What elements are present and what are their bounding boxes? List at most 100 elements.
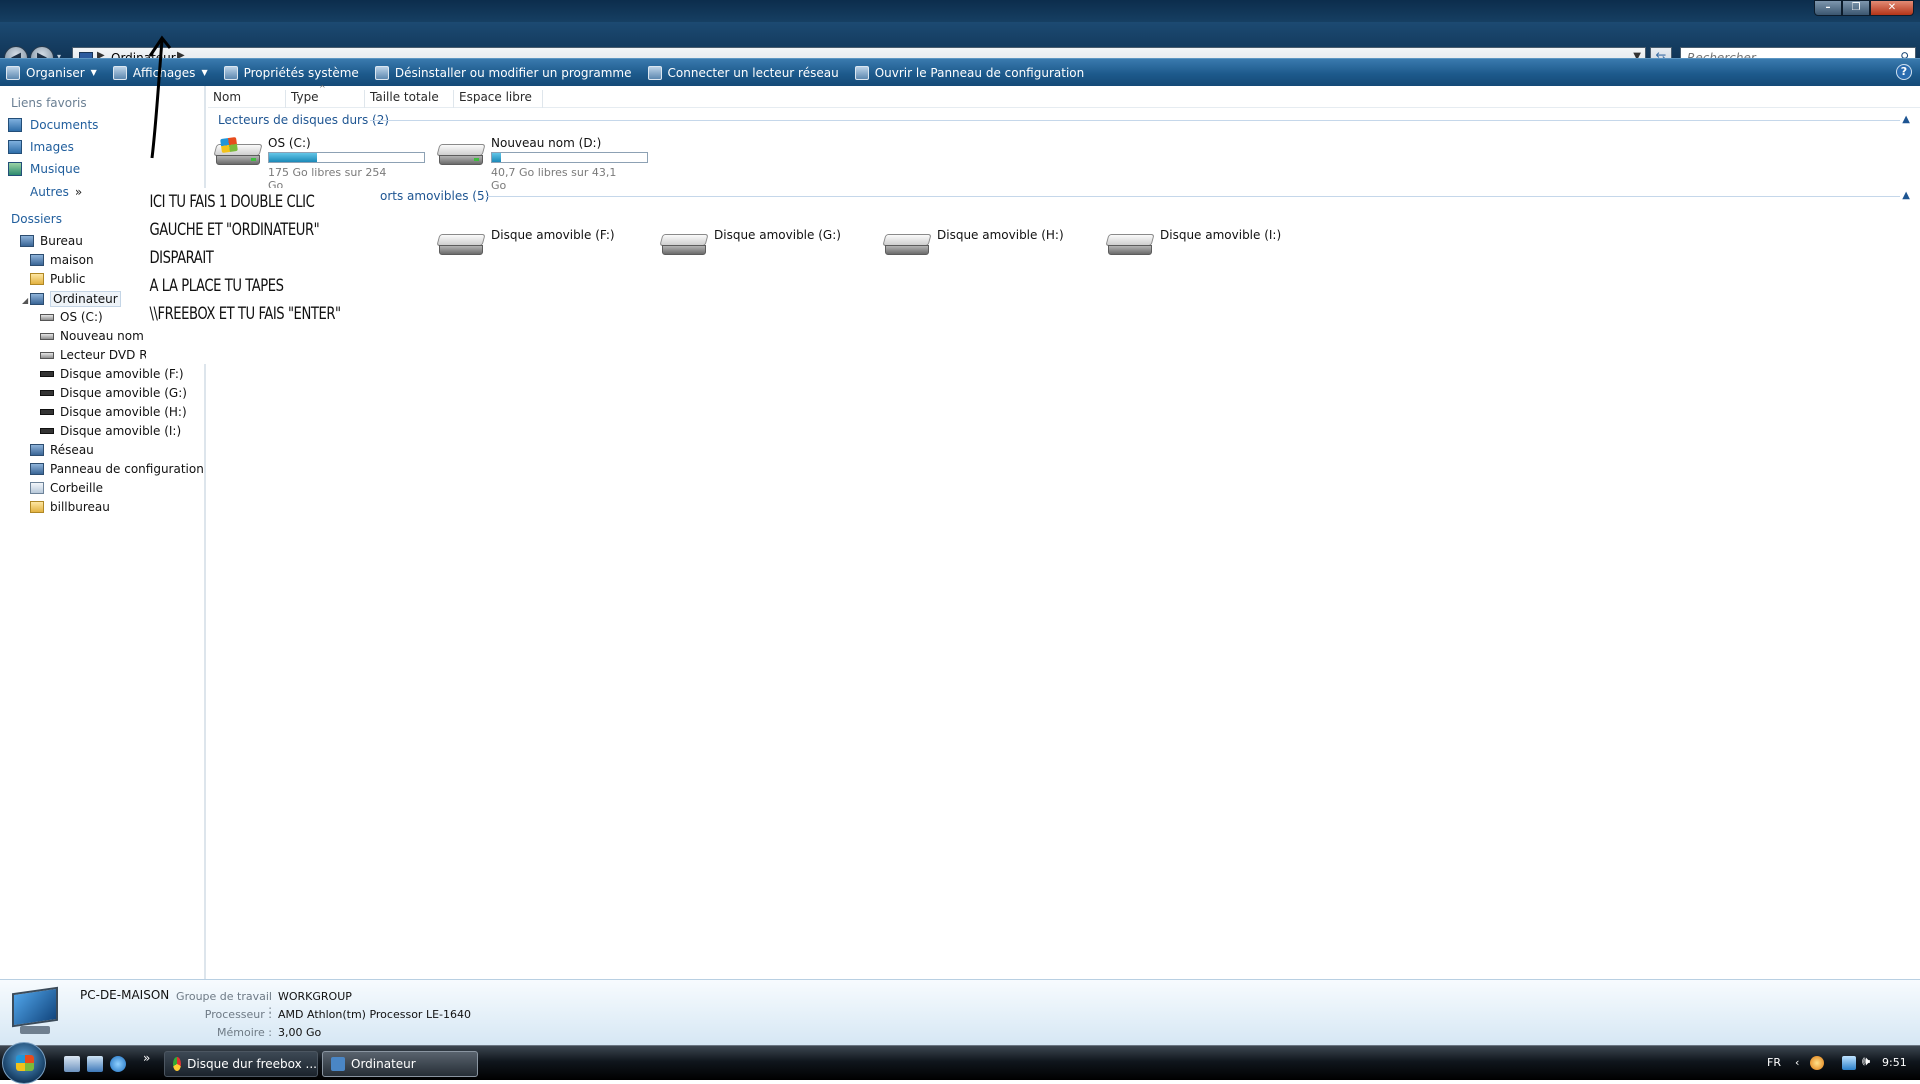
tree-item-billbureau[interactable]: billbureau	[30, 500, 110, 514]
tree-item-removable-f[interactable]: Disque amovible (F:)	[40, 367, 184, 381]
command-bar: Organiser ▼ Affichages ▼ Propriétés systèm…	[0, 58, 1920, 86]
tree-item-public[interactable]: Public	[30, 272, 86, 286]
organize-icon	[6, 65, 20, 80]
drive-icon	[40, 332, 54, 340]
column-name[interactable]: Nom	[208, 90, 286, 108]
control-panel-icon	[854, 65, 869, 80]
system-properties-button[interactable]: Propriétés système	[218, 60, 365, 86]
processor-label: Processeur :	[204, 1008, 272, 1021]
computer-icon	[6, 986, 60, 1036]
tree-item-bureau[interactable]: Bureau	[20, 234, 83, 248]
usage-bar	[491, 152, 648, 163]
memory-value: 3,00 Go	[278, 1026, 322, 1039]
desktop-icon	[20, 235, 34, 247]
network-icon	[30, 444, 44, 456]
drive-item-removable-g[interactable]: Disque amovible (G:)	[659, 226, 851, 266]
network-drive-icon	[647, 65, 662, 80]
double-chevron-icon: »	[74, 185, 83, 199]
internet-explorer-icon[interactable]	[110, 1056, 126, 1072]
taskbar-button-ordinateur[interactable]: Ordinateur	[322, 1051, 478, 1077]
drive-item-os-c[interactable]: OS (C:) 175 Go libres sur 254 Go	[213, 136, 425, 192]
minimize-button[interactable]: –	[1814, 0, 1842, 16]
chevron-down-icon: ▼	[201, 68, 208, 77]
favorites-heading: Liens favoris	[11, 96, 87, 110]
drive-item-removable-i[interactable]: Disque amovible (I:)	[1105, 226, 1297, 266]
maximize-button[interactable]: ❐	[1842, 0, 1870, 16]
dvd-drive-icon	[40, 351, 54, 359]
images-icon	[8, 140, 22, 154]
map-network-drive-button[interactable]: Connecter un lecteur réseau	[642, 60, 845, 86]
tree-item-dvd[interactable]: Lecteur DVD RW	[40, 348, 159, 362]
group-divider	[486, 196, 1900, 197]
os-drive-icon	[213, 136, 263, 166]
tree-item-reseau[interactable]: Réseau	[30, 443, 94, 457]
group-divider	[370, 120, 1900, 121]
favorite-documents[interactable]: Documents	[8, 118, 98, 132]
removable-drive-icon	[882, 234, 932, 256]
removable-drive-icon	[1105, 234, 1155, 256]
favorite-images[interactable]: Images	[8, 140, 74, 154]
tree-item-removable-g[interactable]: Disque amovible (G:)	[40, 386, 187, 400]
column-type[interactable]: Type ^	[286, 84, 365, 108]
quicklaunch-more-icon[interactable]: »	[143, 1051, 150, 1065]
tree-item-drive-d[interactable]: Nouveau nom (D	[40, 329, 162, 343]
open-control-panel-button[interactable]: Ouvrir le Panneau de configuration	[849, 60, 1091, 86]
show-desktop-icon[interactable]	[64, 1056, 80, 1072]
drive-item-removable-f[interactable]: Disque amovible (F:)	[436, 226, 628, 266]
removable-drive-icon	[40, 371, 54, 377]
folder-icon	[30, 273, 44, 285]
tree-item-os-c[interactable]: OS (C:)	[40, 310, 103, 324]
tree-item-removable-h[interactable]: Disque amovible (H:)	[40, 405, 187, 419]
drive-item-d[interactable]: Nouveau nom (D:) 40,7 Go libres sur 43,1…	[436, 136, 648, 192]
tree-item-maison[interactable]: maison	[30, 253, 94, 267]
workgroup-value: WORKGROUP	[278, 990, 352, 1003]
favorite-music[interactable]: Musique	[8, 162, 80, 176]
uninstall-icon	[374, 65, 389, 80]
windows-logo-icon	[16, 1055, 34, 1071]
chevron-down-icon: ▼	[90, 68, 97, 77]
folders-heading[interactable]: Dossiers	[11, 212, 62, 226]
tray-app-icon[interactable]	[1810, 1056, 1824, 1070]
taskbar: » Disque dur freebox ... Ordinateur FR ‹…	[0, 1042, 1920, 1084]
pc-name: PC-DE-MAISON	[80, 988, 170, 1002]
uninstall-program-button[interactable]: Désinstaller ou modifier un programme	[369, 60, 638, 86]
drive-item-removable-h[interactable]: Disque amovible (H:)	[882, 226, 1074, 266]
collapse-group-icon[interactable]: ▲	[1902, 114, 1910, 125]
group-header-removable[interactable]: orts amovibles (5)	[380, 189, 489, 203]
switch-windows-icon[interactable]	[87, 1056, 103, 1072]
column-total-size[interactable]: Taille totale	[365, 90, 454, 108]
user-folder-icon	[30, 254, 44, 266]
tree-item-removable-i[interactable]: Disque amovible (I:)	[40, 424, 181, 438]
removable-drive-icon	[40, 428, 54, 434]
help-button[interactable]: ?	[1896, 64, 1912, 80]
details-pane: PC-DE-MAISON Groupe de travail : WORKGRO…	[0, 979, 1920, 1045]
control-panel-icon	[30, 463, 44, 475]
collapse-group-icon[interactable]: ▲	[1902, 190, 1910, 201]
tree-item-ordinateur[interactable]: Ordinateur	[30, 291, 121, 307]
start-button[interactable]	[2, 1042, 46, 1084]
processor-value: AMD Athlon(tm) Processor LE-1640	[278, 1008, 471, 1021]
network-status-icon[interactable]	[1842, 1056, 1856, 1070]
tree-item-corbeille[interactable]: Corbeille	[30, 481, 103, 495]
usage-bar	[268, 152, 425, 163]
close-button[interactable]: ✕	[1870, 0, 1914, 16]
taskbar-button-chrome[interactable]: Disque dur freebox ...	[164, 1051, 318, 1077]
documents-icon	[8, 118, 22, 132]
chrome-icon	[173, 1057, 182, 1071]
expand-arrow-icon[interactable]: ◢	[22, 296, 28, 305]
organize-button[interactable]: Organiser ▼	[0, 60, 103, 86]
show-hidden-icons-icon[interactable]: ‹	[1795, 1056, 1799, 1069]
language-indicator[interactable]: FR	[1767, 1056, 1781, 1069]
column-free-space[interactable]: Espace libre	[454, 90, 543, 108]
favorites-more-link[interactable]: Autres»	[30, 185, 82, 199]
clock[interactable]: 9:51	[1882, 1056, 1907, 1069]
tree-item-control-panel[interactable]: Panneau de configuration	[30, 462, 204, 476]
removable-drive-icon	[659, 234, 709, 256]
volume-icon[interactable]: 🕪	[1862, 1054, 1870, 1069]
music-icon	[8, 162, 22, 176]
computer-icon	[331, 1057, 345, 1071]
memory-label: Mémoire :	[216, 1026, 272, 1039]
annotation-note: ICI TU FAIS 1 DOUBLE CLIC GAUCHE ET "ORD…	[146, 188, 353, 364]
group-header-hard-drives[interactable]: Lecteurs de disques durs (2)	[218, 113, 389, 127]
removable-drive-icon	[40, 409, 54, 415]
